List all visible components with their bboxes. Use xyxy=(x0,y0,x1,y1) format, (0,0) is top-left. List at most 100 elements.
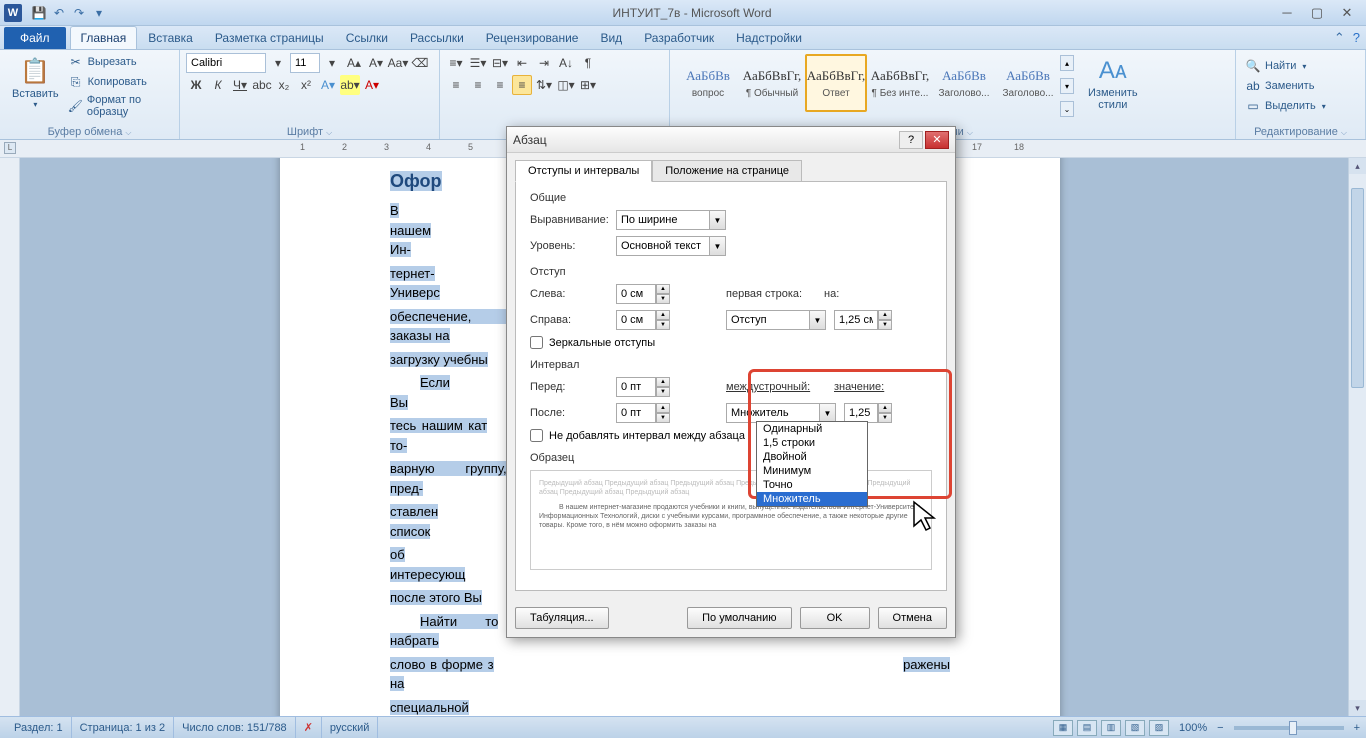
dialog-help-button[interactable]: ? xyxy=(899,131,923,149)
styles-more-icon[interactable]: ⌄ xyxy=(1060,101,1074,117)
dd-opt-exact[interactable]: Точно xyxy=(757,478,867,492)
spin-up-icon[interactable]: ▲ xyxy=(656,403,670,413)
undo-icon[interactable]: ↶ xyxy=(50,4,68,22)
justify-icon[interactable]: ≡ xyxy=(512,75,532,95)
mirror-indents-checkbox[interactable] xyxy=(530,336,543,349)
style-1[interactable]: АаБбВвГг,¶ Обычный xyxy=(741,54,803,112)
at-value-input[interactable] xyxy=(844,403,878,423)
redo-icon[interactable]: ↷ xyxy=(70,4,88,22)
highlight-icon[interactable]: ab▾ xyxy=(340,75,360,95)
spin-down-icon[interactable]: ▼ xyxy=(878,413,892,423)
maximize-button[interactable]: ▢ xyxy=(1306,5,1328,21)
zoom-value[interactable]: 100% xyxy=(1179,722,1207,734)
dd-opt-min[interactable]: Минимум xyxy=(757,464,867,478)
file-tab[interactable]: Файл xyxy=(4,27,66,49)
tab-selector-icon[interactable]: L xyxy=(4,142,16,154)
dialog-tab-indents[interactable]: Отступы и интервалы xyxy=(515,160,652,182)
grow-font-icon[interactable]: A▴ xyxy=(344,53,364,73)
vertical-scrollbar[interactable]: ▴ ▾ xyxy=(1348,158,1366,716)
before-input[interactable] xyxy=(616,377,656,397)
bold-icon[interactable]: Ж xyxy=(186,75,206,95)
help-icon[interactable]: ? xyxy=(1353,30,1360,46)
view-outline-icon[interactable]: ▧ xyxy=(1125,720,1145,736)
superscript-icon[interactable]: x² xyxy=(296,75,316,95)
minimize-button[interactable]: ─ xyxy=(1276,5,1298,21)
ok-button[interactable]: OK xyxy=(800,607,870,629)
tab-view[interactable]: Вид xyxy=(589,26,633,49)
dd-opt-multiple[interactable]: Множитель xyxy=(757,492,867,506)
tab-mailings[interactable]: Рассылки xyxy=(399,26,475,49)
clear-format-icon[interactable]: ⌫ xyxy=(410,53,430,73)
alignment-combo[interactable] xyxy=(616,210,710,230)
line-spacing-icon[interactable]: ⇅▾ xyxy=(534,75,554,95)
zoom-slider[interactable] xyxy=(1234,726,1344,730)
italic-icon[interactable]: К xyxy=(208,75,228,95)
spin-up-icon[interactable]: ▲ xyxy=(656,377,670,387)
style-4[interactable]: АаБбВвЗаголово... xyxy=(933,54,995,112)
underline-icon[interactable]: Ч▾ xyxy=(230,75,250,95)
dialog-close-button[interactable]: ✕ xyxy=(925,131,949,149)
font-size-dd[interactable]: ▾ xyxy=(322,53,342,73)
styles-down-icon[interactable]: ▾ xyxy=(1060,78,1074,94)
save-icon[interactable]: 💾 xyxy=(30,4,48,22)
dd-opt-single[interactable]: Одинарный xyxy=(757,422,867,436)
close-button[interactable]: ✕ xyxy=(1336,5,1358,21)
status-language[interactable]: русский xyxy=(322,717,378,738)
zoom-out-icon[interactable]: − xyxy=(1217,722,1223,734)
indent-icon[interactable]: ⇥ xyxy=(534,53,554,73)
no-space-checkbox[interactable] xyxy=(530,429,543,442)
paste-button[interactable]: 📋Вставить▾ xyxy=(6,53,65,119)
align-center-icon[interactable]: ≡ xyxy=(468,75,488,95)
tabs-button[interactable]: Табуляция... xyxy=(515,607,609,629)
numbering-icon[interactable]: ☰▾ xyxy=(468,53,488,73)
font-name-combo[interactable] xyxy=(186,53,266,73)
subscript-icon[interactable]: x₂ xyxy=(274,75,294,95)
align-left-icon[interactable]: ≡ xyxy=(446,75,466,95)
first-line-by-input[interactable] xyxy=(834,310,878,330)
line-spacing-combo[interactable] xyxy=(726,403,820,423)
tab-developer[interactable]: Разработчик xyxy=(633,26,725,49)
qat-more-icon[interactable]: ▾ xyxy=(90,4,108,22)
level-dd-icon[interactable]: ▼ xyxy=(710,236,726,256)
replace-button[interactable]: abЗаменить xyxy=(1242,77,1359,95)
view-draft-icon[interactable]: ▨ xyxy=(1149,720,1169,736)
tab-addins[interactable]: Надстройки xyxy=(725,26,813,49)
cancel-button[interactable]: Отмена xyxy=(878,607,947,629)
style-5[interactable]: АаБбВвЗаголово... xyxy=(997,54,1059,112)
view-web-icon[interactable]: ▥ xyxy=(1101,720,1121,736)
styles-up-icon[interactable]: ▴ xyxy=(1060,55,1074,71)
spin-up-icon[interactable]: ▲ xyxy=(656,284,670,294)
spin-down-icon[interactable]: ▼ xyxy=(656,294,670,304)
tab-references[interactable]: Ссылки xyxy=(335,26,399,49)
alignment-dd-icon[interactable]: ▼ xyxy=(710,210,726,230)
first-line-combo[interactable] xyxy=(726,310,810,330)
spin-down-icon[interactable]: ▼ xyxy=(878,320,892,330)
change-styles-button[interactable]: AᴀИзменить стили xyxy=(1082,53,1144,119)
tab-review[interactable]: Рецензирование xyxy=(475,26,590,49)
view-read-icon[interactable]: ▤ xyxy=(1077,720,1097,736)
status-section[interactable]: Раздел: 1 xyxy=(6,717,72,738)
level-combo[interactable] xyxy=(616,236,710,256)
default-button[interactable]: По умолчанию xyxy=(687,607,791,629)
minimize-ribbon-icon[interactable]: ⌃ xyxy=(1334,30,1345,46)
indent-left-input[interactable] xyxy=(616,284,656,304)
spin-down-icon[interactable]: ▼ xyxy=(656,387,670,397)
status-words[interactable]: Число слов: 151/788 xyxy=(174,717,296,738)
vertical-ruler[interactable] xyxy=(0,158,20,716)
scroll-up-icon[interactable]: ▴ xyxy=(1349,158,1366,174)
status-spellcheck[interactable]: ✗ xyxy=(296,717,322,738)
text-effects-icon[interactable]: A▾ xyxy=(318,75,338,95)
format-painter-button[interactable]: 🖌Формат по образцу xyxy=(65,93,173,119)
style-3[interactable]: АаБбВвГг,¶ Без инте... xyxy=(869,54,931,112)
spin-up-icon[interactable]: ▲ xyxy=(656,310,670,320)
indent-right-input[interactable] xyxy=(616,310,656,330)
cut-button[interactable]: ✂Вырезать xyxy=(65,53,173,71)
bullets-icon[interactable]: ≡▾ xyxy=(446,53,466,73)
font-name-dd[interactable]: ▾ xyxy=(268,53,288,73)
borders-icon[interactable]: ⊞▾ xyxy=(578,75,598,95)
spin-down-icon[interactable]: ▼ xyxy=(656,320,670,330)
copy-button[interactable]: ⎘Копировать xyxy=(65,73,173,91)
after-input[interactable] xyxy=(616,403,656,423)
tab-home[interactable]: Главная xyxy=(70,26,138,49)
spin-up-icon[interactable]: ▲ xyxy=(878,310,892,320)
